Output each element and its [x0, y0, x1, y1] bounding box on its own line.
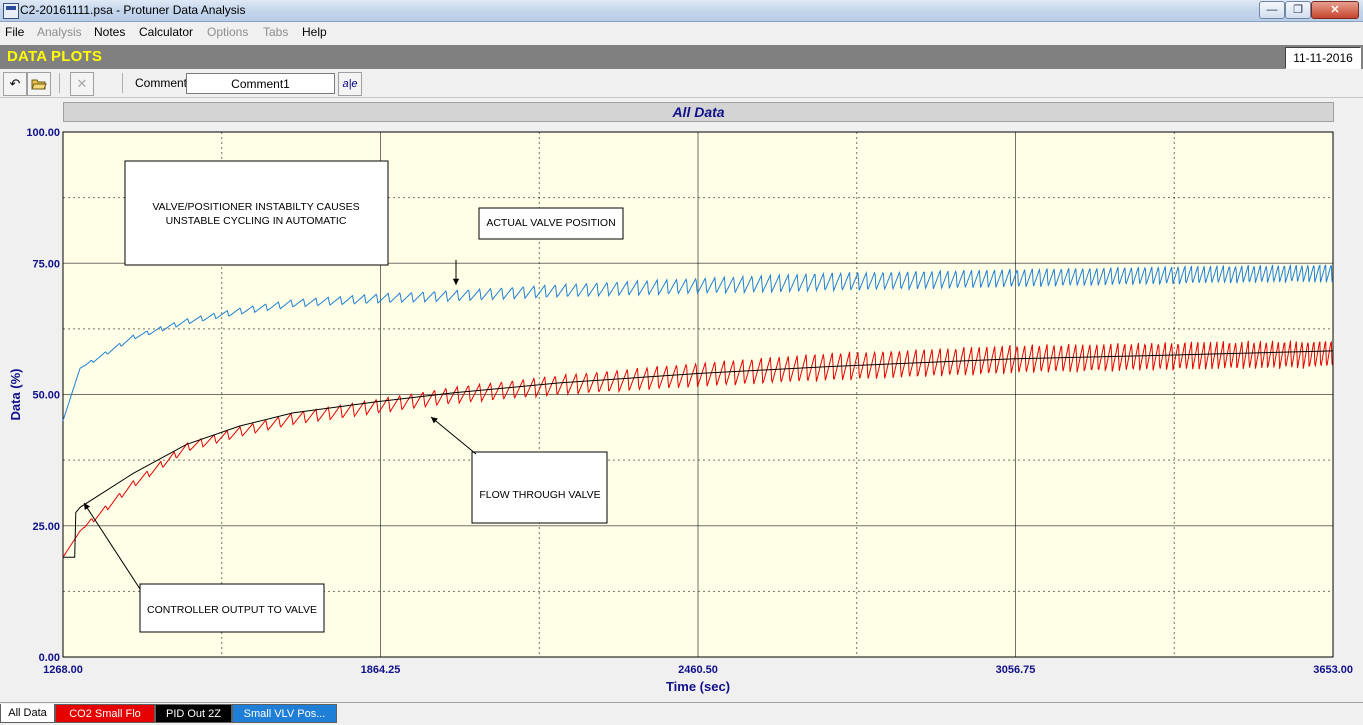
tab-small-vlv-pos[interactable]: Small VLV Pos...	[232, 704, 337, 723]
x-tick-label: 2460.50	[678, 664, 718, 676]
x-tick-label: 1864.25	[361, 664, 401, 676]
x-axis-label: Time (sec)	[666, 679, 730, 694]
y-tick-label: 100.00	[26, 127, 60, 139]
menu-help[interactable]: Help	[302, 25, 327, 39]
undo-icon: ↶	[9, 76, 21, 91]
open-button[interactable]	[27, 72, 51, 96]
comment-label: Comment	[135, 76, 188, 90]
annotation-box	[124, 160, 389, 266]
y-tick-label: 0.00	[39, 652, 60, 664]
menu-analysis[interactable]: Analysis	[37, 25, 82, 39]
data-plot-chart[interactable]: 0.00 25.00 50.00 75.00 100.00 1268.00 1864.25 2…	[0, 121, 1363, 701]
tab-all-data[interactable]: All Data	[0, 704, 55, 723]
menu-tabs[interactable]: Tabs	[263, 25, 288, 39]
annotation-text: FLOW THROUGH VALVE	[479, 489, 600, 501]
tab-bar: All Data CO2 Small Flo PID Out 2Z Small …	[0, 702, 1363, 725]
y-axis-label: Data (%)	[8, 368, 23, 420]
window-titlebar: C2-20161111.psa - Protuner Data Analysis…	[0, 0, 1363, 22]
page-title: DATA PLOTS	[7, 48, 103, 65]
toolbar-separator	[59, 73, 60, 93]
annotation-text: ACTUAL VALVE POSITION	[486, 217, 615, 229]
font-button[interactable]: a|e	[338, 72, 362, 96]
toolbar-separator	[122, 73, 123, 93]
x-tick-label: 3056.75	[996, 664, 1036, 676]
menu-file[interactable]: File	[5, 25, 24, 39]
annotation-text: CONTROLLER OUTPUT TO VALVE	[147, 604, 317, 616]
comment-input[interactable]	[186, 73, 335, 94]
tab-pid-out-2z[interactable]: PID Out 2Z	[155, 704, 232, 723]
delete-button[interactable]: ✕	[70, 72, 94, 96]
x-tick-label: 1268.00	[43, 664, 83, 676]
y-tick-label: 50.00	[32, 390, 60, 402]
maximize-button[interactable]: ❐	[1285, 1, 1311, 19]
undo-button[interactable]: ↶	[3, 72, 27, 96]
x-tick-label: 3653.00	[1313, 664, 1353, 676]
menu-options[interactable]: Options	[207, 25, 248, 39]
menu-calculator[interactable]: Calculator	[139, 25, 193, 39]
minimize-button[interactable]: —	[1259, 1, 1285, 19]
tab-co2-small-flo[interactable]: CO2 Small Flo	[55, 704, 155, 723]
menu-bar: File Analysis Notes Calculator Options T…	[0, 22, 1363, 42]
y-tick-label: 25.00	[32, 521, 60, 533]
date-display: 11-11-2016	[1285, 47, 1361, 69]
chart-title: All Data	[63, 102, 1334, 122]
annotation-text: VALVE/POSITIONER INSTABILTY CAUSES	[152, 201, 359, 213]
folder-open-icon	[31, 79, 47, 90]
close-x-icon: ✕	[76, 76, 88, 91]
window-title: C2-20161111.psa - Protuner Data Analysis	[20, 3, 246, 17]
y-tick-label: 75.00	[32, 258, 60, 270]
annotation-box	[471, 451, 608, 524]
annotation-text: UNSTABLE CYCLING IN AUTOMATIC	[166, 215, 347, 227]
data-plots-banner: DATA PLOTS	[0, 45, 1363, 69]
toolbar: ↶ ✕ Comment a|e	[0, 70, 1363, 98]
close-button[interactable]: ✕	[1311, 1, 1359, 19]
menu-notes[interactable]: Notes	[94, 25, 125, 39]
app-icon	[3, 3, 19, 19]
